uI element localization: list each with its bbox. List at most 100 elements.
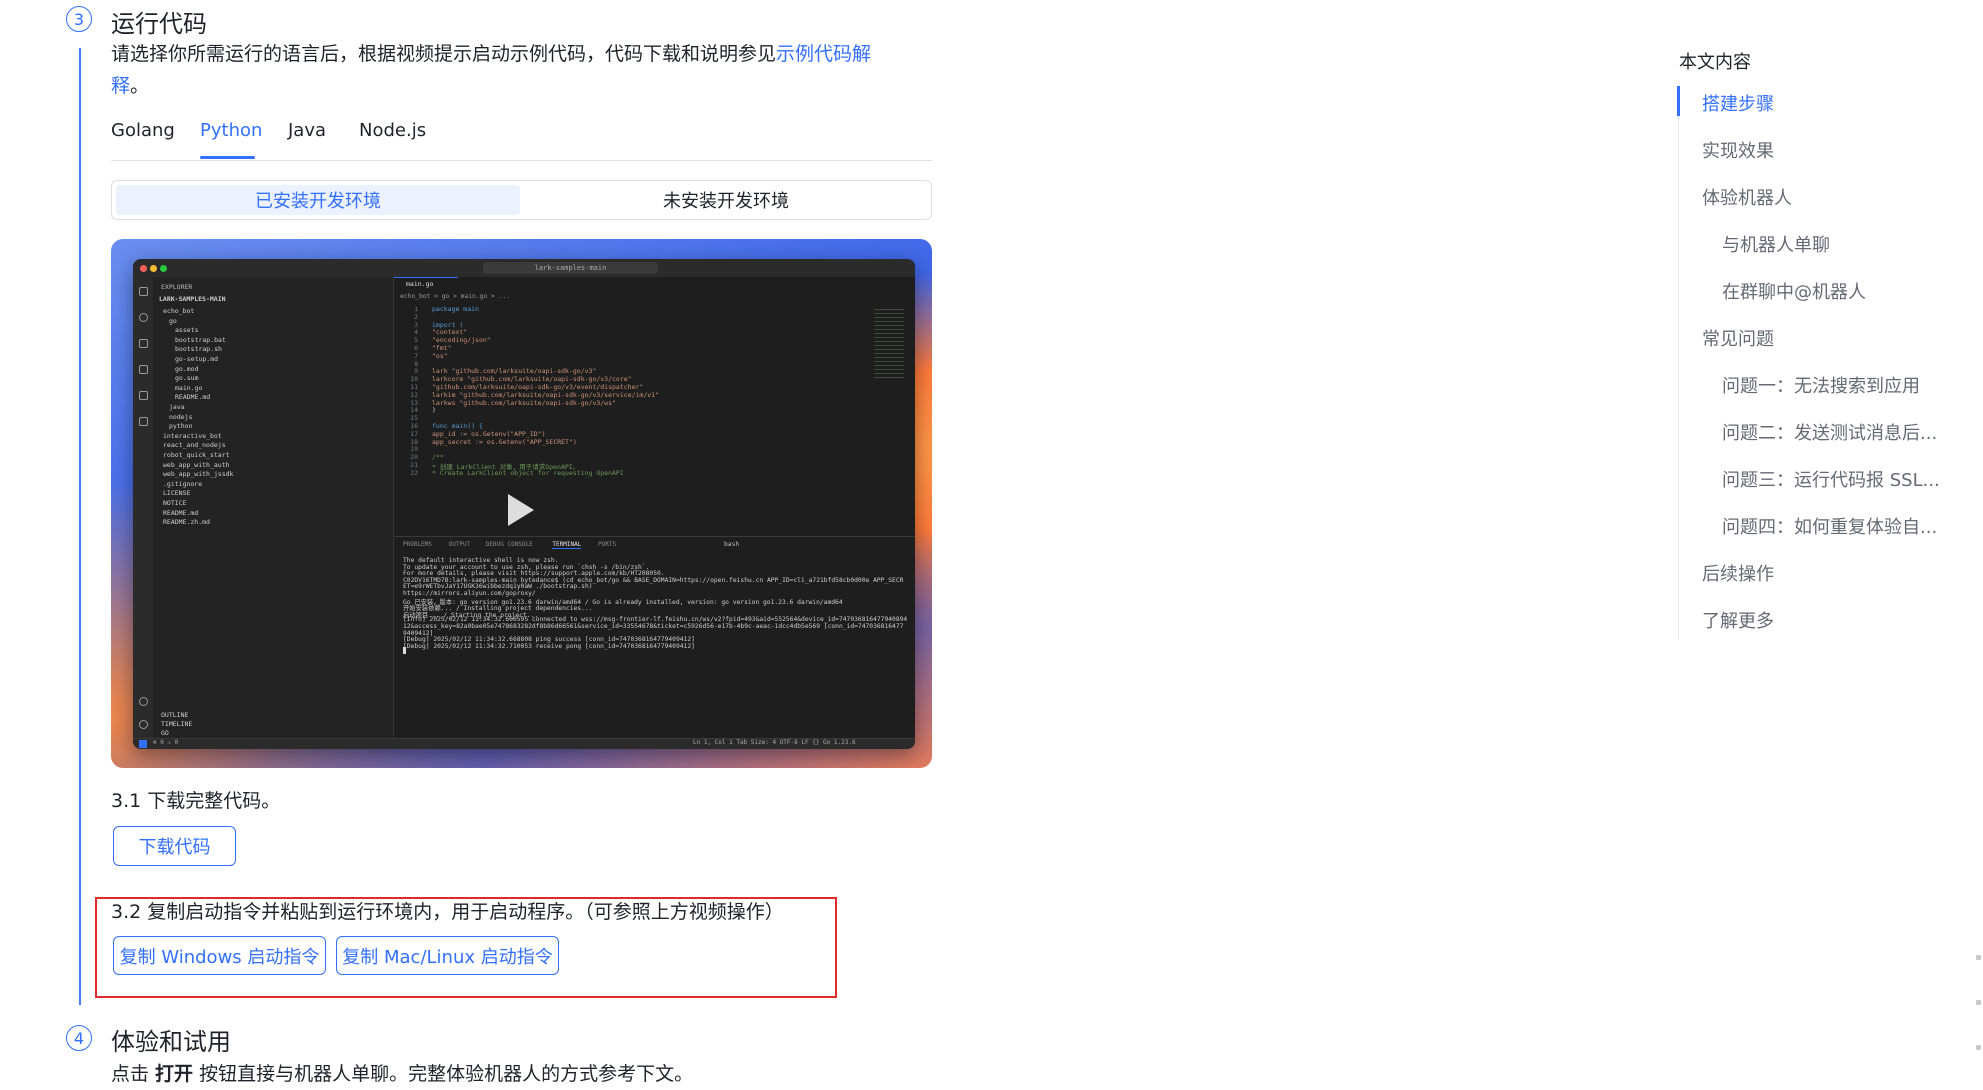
open-keyword: 打开	[155, 1063, 194, 1085]
code-line: import (	[432, 320, 464, 329]
scroll-edge-mark	[1976, 1000, 1981, 1005]
ide-activity-bar	[133, 277, 153, 739]
line-number: 15	[410, 414, 418, 423]
editor-tab-main-go: main.go	[394, 277, 458, 291]
copy-windows-command-button[interactable]: 复制 Windows 启动指令	[113, 936, 326, 975]
toc-item-faq-2[interactable]: 问题二：发送测试消息后...	[1722, 419, 1937, 445]
toc-item-try-bot[interactable]: 体验机器人	[1702, 184, 1792, 210]
segment-installed-env[interactable]: 已安装开发环境	[116, 185, 520, 215]
panel-tab: DEBUG CONSOLE	[485, 541, 533, 548]
copy-mac-linux-command-button[interactable]: 复制 Mac/Linux 启动指令	[336, 936, 559, 975]
ide-search-bar: lark-samples-main	[483, 262, 658, 274]
code-line: app_id := os.Getenv("APP_ID")	[432, 429, 546, 438]
explorer-item: web_app_with_jssdk	[163, 470, 234, 479]
step-3-desc-text: 请选择你所需运行的语言后，根据视频提示启动示例代码，代码下载和说明参见	[111, 43, 777, 65]
toc-item-setup-steps[interactable]: 搭建步骤	[1702, 90, 1774, 116]
scroll-edge-mark	[1976, 955, 1981, 960]
tab-java[interactable]: Java	[288, 120, 326, 141]
code-line: func main() {	[432, 422, 483, 430]
panel-tab: OUTPUT	[448, 541, 471, 548]
step-number-text: 3	[73, 9, 85, 29]
ide-status-bar: ⊗ 0 ⚠ 0 Ln 1, Col 1 Tab Size: 4 UTF-8 LF…	[133, 738, 915, 749]
ide-editor: main.go echo_bot > go > main.go > ... 1 p…	[394, 277, 915, 535]
editor-minimap	[874, 309, 904, 379]
account-icon	[139, 697, 148, 706]
active-tab-indicator	[200, 156, 255, 159]
close-dot-icon	[140, 265, 147, 272]
download-code-button[interactable]: 下载代码	[113, 826, 236, 866]
terminal-shell-label: bash	[724, 541, 740, 548]
step-3-desc-end: 。	[130, 75, 150, 97]
explorer-item: python	[169, 422, 193, 431]
line-number: 17	[410, 429, 418, 438]
panel-tab: TERMINAL	[552, 541, 582, 549]
step-3-2-text: 3.2 复制启动指令并粘贴到运行环境内，用于启动程序。（可参照上方视频操作）	[111, 901, 784, 923]
line-number: 13	[410, 398, 418, 407]
line-number: 6	[414, 344, 418, 352]
line-number: 11	[410, 383, 418, 391]
sample-code-explanation-link-cont[interactable]: 释	[111, 75, 130, 97]
settings-gear-icon	[139, 720, 148, 729]
code-line: "fmt"	[432, 344, 452, 352]
explorer-item: go.mod	[175, 364, 199, 373]
toc-item-faq-3[interactable]: 问题三：运行代码报 SSL...	[1722, 466, 1940, 492]
remote-icon	[139, 740, 147, 748]
source-control-icon	[139, 339, 148, 348]
ide-explorer: EXPLORER LARK-SAMPLES-MAIN echo_bot go ass…	[153, 277, 394, 739]
toc-active-indicator	[1677, 86, 1680, 116]
tab-nodejs[interactable]: Node.js	[359, 120, 426, 141]
search-icon	[139, 313, 148, 322]
step-connector-line	[79, 48, 81, 1005]
segment-not-installed-env[interactable]: 未安装开发环境	[524, 185, 928, 215]
line-number: 7	[414, 351, 418, 360]
line-number: 16	[410, 422, 418, 430]
step-4-desc-prefix: 点击	[111, 1063, 156, 1085]
toc-item-group-mention[interactable]: 在群聊中@机器人	[1722, 278, 1866, 304]
toc-item-private-chat[interactable]: 与机器人单聊	[1722, 231, 1830, 257]
explorer-item: interactive_bot	[163, 431, 222, 440]
sample-code-explanation-link[interactable]: 示例代码解	[776, 43, 871, 65]
code-line: larkcore "github.com/larksuite/oapi-sdk-…	[432, 375, 632, 384]
step-number-text: 4	[73, 1028, 85, 1048]
code-line: /**	[432, 453, 444, 462]
code-line: larkws "github.com/larksuite/oapi-sdk-go…	[432, 398, 616, 407]
explorer-item: NOTICE	[163, 499, 187, 507]
toc-title: 本文内容	[1679, 52, 1751, 73]
explorer-item: README.zh.md	[163, 518, 210, 527]
line-number: 3	[414, 320, 418, 329]
toc-item-result[interactable]: 实现效果	[1702, 137, 1774, 163]
status-problems: ⊗ 0 ⚠ 0	[153, 739, 179, 746]
toc-item-learn-more[interactable]: 了解更多	[1702, 607, 1774, 633]
ide-window-title: lark-samples-main	[534, 264, 607, 272]
tab-python[interactable]: Python	[200, 120, 262, 141]
line-number: 14	[410, 406, 418, 415]
testing-icon	[139, 417, 148, 426]
code-line: "encoding/json"	[432, 336, 491, 345]
tutorial-video[interactable]: lark-samples-main EXPLORER LARK-SAMPLES-…	[111, 239, 932, 768]
toc-item-faq-1[interactable]: 问题一：无法搜索到应用	[1722, 372, 1920, 398]
code-line: package main	[432, 305, 479, 313]
line-number: 21	[410, 461, 418, 469]
step-3-title: 运行代码	[111, 10, 207, 38]
line-number: 12	[410, 390, 418, 399]
line-number: 9	[414, 367, 418, 376]
ide-terminal: PROBLEMS OUTPUT DEBUG CONSOLE TERMINAL PORTS…	[394, 536, 915, 740]
explorer-item: LICENSE	[163, 489, 191, 498]
play-icon[interactable]	[508, 494, 534, 526]
toc-item-faq-4[interactable]: 问题四：如何重复体验自...	[1722, 513, 1937, 539]
code-line: "github.com/larksuite/oapi-sdk-go/v3/eve…	[432, 383, 644, 391]
editor-breadcrumb: echo_bot > go > main.go > ...	[400, 293, 510, 300]
explorer-item: go-setup.md	[175, 355, 219, 363]
files-icon	[139, 287, 148, 296]
toc-item-next-steps[interactable]: 后续操作	[1702, 560, 1774, 586]
toc-item-faq[interactable]: 常见问题	[1702, 325, 1774, 351]
step-number-4: 4	[66, 1025, 92, 1051]
line-number: 20	[410, 453, 418, 462]
ide-titlebar: lark-samples-main	[133, 259, 915, 278]
line-number: 8	[414, 359, 418, 368]
line-number: 5	[414, 336, 418, 345]
explorer-item: web_app_with_auth	[163, 460, 230, 469]
line-number: 4	[414, 328, 418, 337]
tab-golang[interactable]: Golang	[111, 120, 175, 141]
code-line: "context"	[432, 328, 468, 337]
